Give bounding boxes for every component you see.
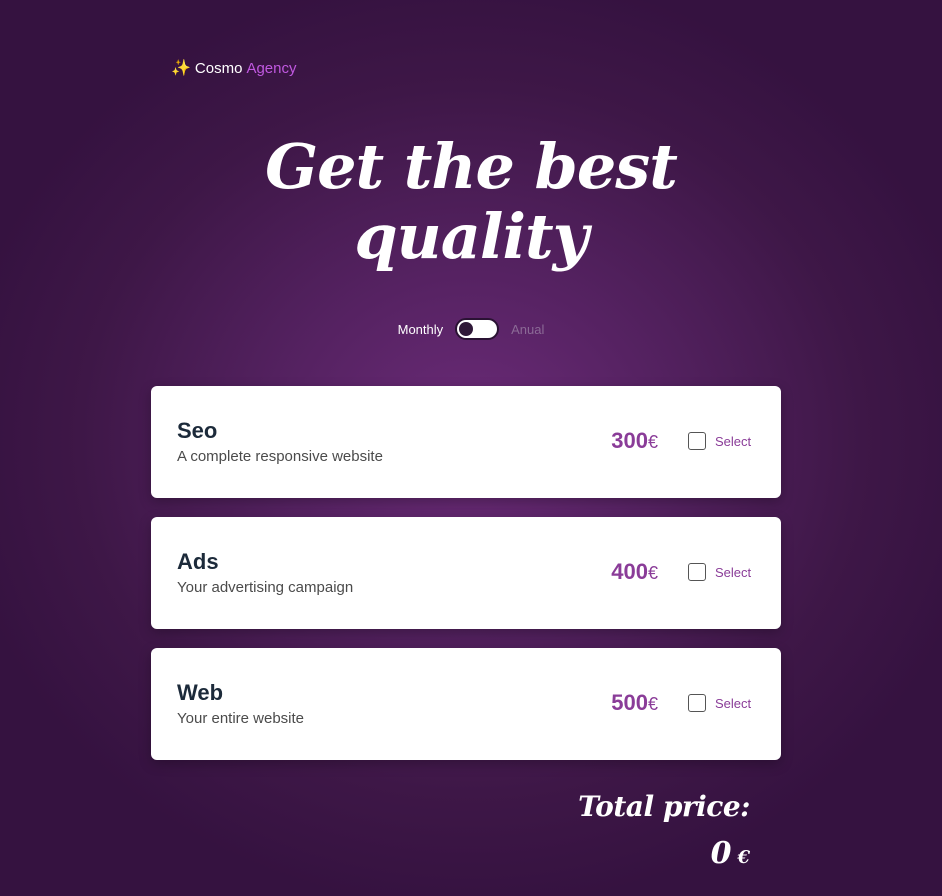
plan-card-seo: Seo A complete responsive website 300 € S… [151,386,781,498]
plan-price: 500 € [611,690,658,716]
select-ads[interactable]: Select [688,563,751,581]
title-line-1: Get the best [265,130,678,203]
select-web[interactable]: Select [688,694,751,712]
plan-description: Your entire website [177,710,305,727]
plan-card-web: Web Your entire website 500 € Select [151,648,781,760]
plan-name: Ads [177,549,219,574]
plan-card-ads: Ads Your advertising campaign 400 € Selec… [151,517,781,629]
select-checkbox[interactable] [688,694,706,712]
select-label[interactable]: Select [715,565,751,580]
select-seo[interactable]: Select [688,432,751,450]
plan-price: 300 € [611,428,658,454]
plan-name: Seo [177,418,218,443]
brand-logo[interactable]: ✨ Cosmo Agency [171,60,296,77]
select-label[interactable]: Select [715,434,751,449]
total-amount: 0 [710,836,732,871]
select-checkbox[interactable] [688,432,706,450]
total-price-value: 0 € [711,836,750,871]
monthly-label[interactable]: Monthly [398,322,444,337]
brand-name-part1: Cosmo [194,60,243,77]
price-amount: 500 [611,690,648,715]
price-currency: € [647,694,658,714]
toggle-knob [459,322,474,336]
total-currency: € [737,847,750,868]
billing-toggle[interactable] [455,318,500,340]
title-line-2: quality [354,200,588,273]
plan-description: Your advertising campaign [177,579,354,596]
select-checkbox[interactable] [688,563,706,581]
price-amount: 400 [611,559,648,584]
brand-name-part2: Agency [246,60,297,77]
plan-description: A complete responsive website [177,448,383,465]
plan-name: Web [177,680,224,705]
price-currency: € [647,563,658,583]
select-label[interactable]: Select [715,696,751,711]
price-currency: € [647,432,658,452]
annual-label[interactable]: Anual [511,322,544,337]
sparkles-icon: ✨ [171,59,191,77]
total-price-label: Total price: [578,790,750,823]
plan-price: 400 € [611,559,658,585]
page-title: Get the best quality [0,132,942,272]
price-amount: 300 [611,428,648,453]
billing-switch: Monthly Anual [0,318,942,340]
